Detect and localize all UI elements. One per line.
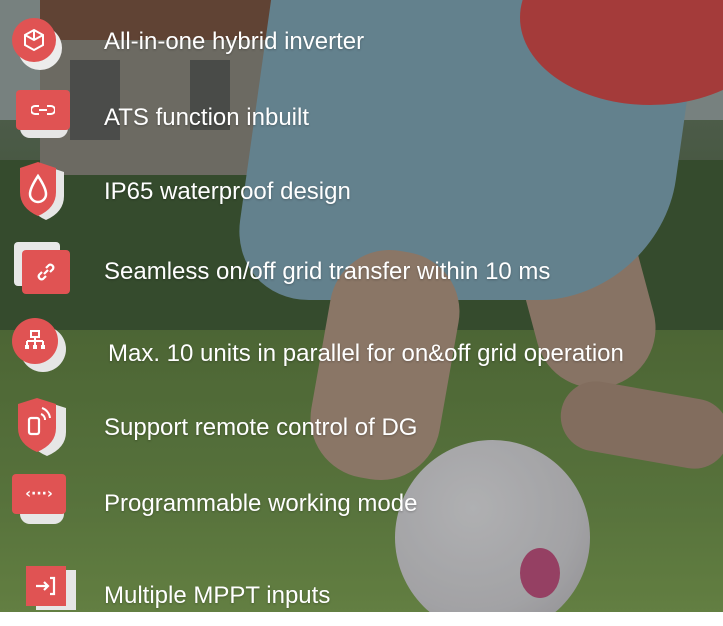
- feature-item: ATS function inbuilt: [0, 90, 723, 150]
- feature-item: IP65 waterproof design: [0, 162, 723, 222]
- feature-item: Multiple MPPT inputs: [0, 566, 723, 626]
- feature-label: Seamless on/off grid transfer within 10 …: [104, 258, 551, 285]
- feature-item: Max. 10 units in parallel for on&off gri…: [0, 318, 723, 378]
- feature-label: ATS function inbuilt: [104, 104, 309, 131]
- chain-link-icon: [12, 242, 70, 300]
- input-arrow-icon: [12, 566, 76, 624]
- feature-item: Seamless on/off grid transfer within 10 …: [0, 242, 723, 302]
- feature-label: All-in-one hybrid inverter: [104, 28, 365, 55]
- code-icon: ‹···›: [12, 474, 70, 532]
- network-icon: [12, 318, 70, 376]
- feature-label: Support remote control of DG: [104, 414, 418, 441]
- feature-label: IP65 waterproof design: [104, 178, 351, 205]
- feature-item: All-in-one hybrid inverter: [0, 14, 723, 74]
- feature-label: Max. 10 units in parallel for on&off gri…: [108, 340, 624, 367]
- feature-list: All-in-one hybrid inverter ATS function …: [0, 0, 723, 612]
- cube-icon: [12, 14, 70, 72]
- link-icon: [12, 90, 70, 148]
- feature-label: Multiple MPPT inputs: [104, 582, 331, 609]
- feature-item: Support remote control of DG: [0, 398, 723, 458]
- remote-signal-icon: [12, 398, 70, 456]
- water-drop-icon: [12, 162, 70, 220]
- feature-label: Programmable working mode: [104, 490, 418, 517]
- feature-item: ‹···› Programmable working mode: [0, 474, 723, 534]
